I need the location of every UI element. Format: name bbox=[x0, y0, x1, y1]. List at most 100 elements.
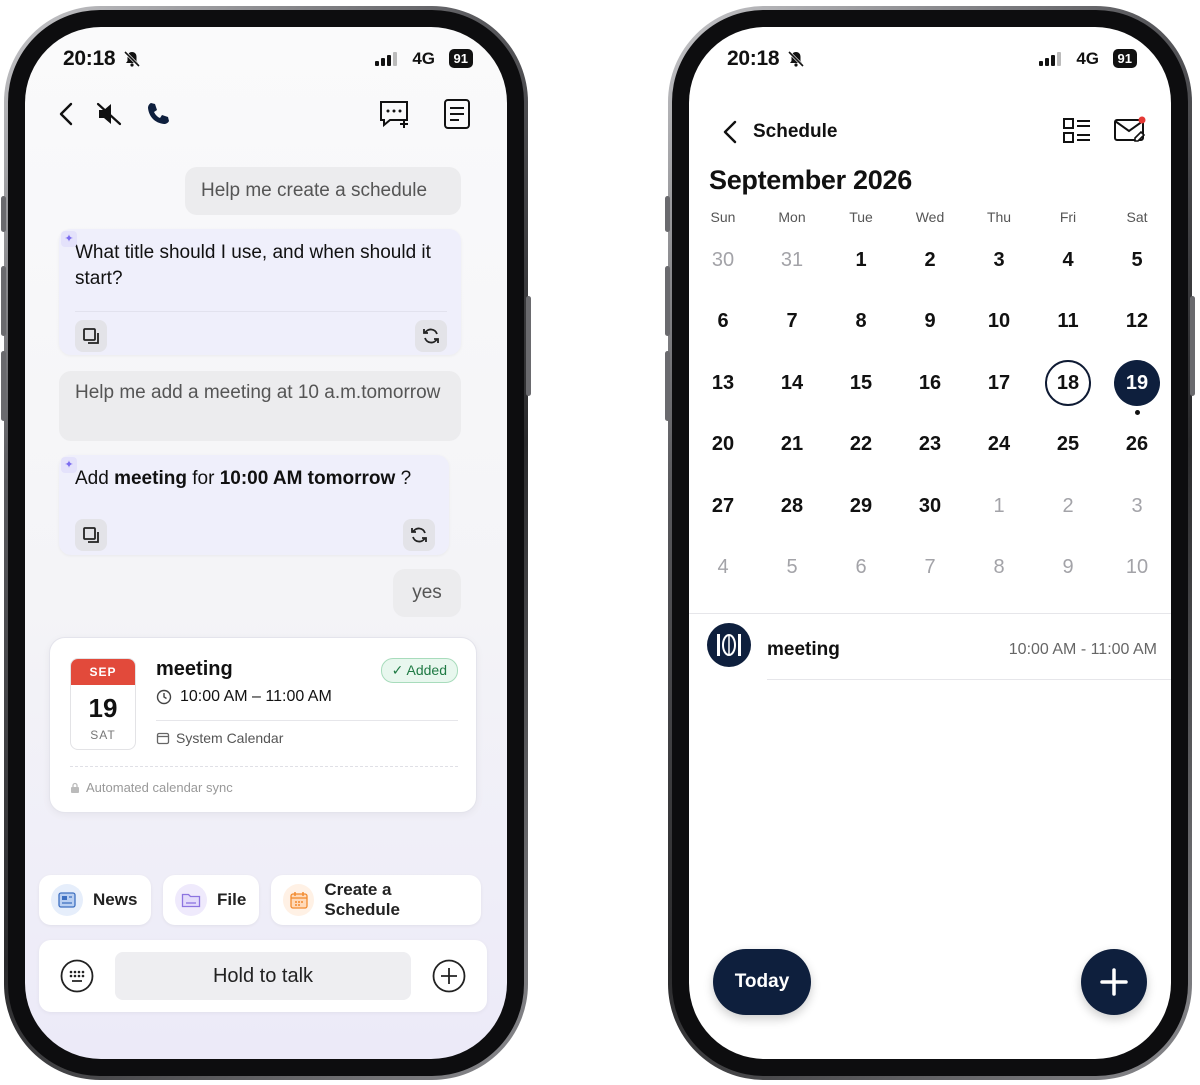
calendar-day[interactable]: 5 bbox=[769, 545, 815, 591]
call-button[interactable] bbox=[143, 99, 173, 129]
calendar-day[interactable]: 23 bbox=[907, 422, 953, 468]
calendar-day[interactable]: 19 bbox=[1114, 360, 1160, 406]
calendar-day[interactable]: 4 bbox=[700, 545, 746, 591]
event-indicator-dot bbox=[1134, 410, 1140, 415]
new-chat-button[interactable] bbox=[377, 97, 411, 131]
chip-create-schedule[interactable]: Create a Schedule bbox=[271, 875, 481, 925]
hold-to-talk-button[interactable]: Hold to talk bbox=[115, 952, 411, 1000]
date-day: 19 bbox=[88, 693, 118, 723]
copy-icon bbox=[83, 527, 99, 543]
event-time: 10:00 AM – 11:00 AM bbox=[180, 688, 332, 705]
calendar-day[interactable]: 8 bbox=[838, 299, 884, 345]
calendar-day[interactable]: 18 bbox=[1045, 360, 1091, 406]
date-month: SEP bbox=[71, 659, 135, 685]
regenerate-button[interactable] bbox=[403, 519, 435, 551]
calendar-day[interactable]: 11 bbox=[1045, 299, 1091, 345]
calendar-day[interactable]: 6 bbox=[838, 545, 884, 591]
calendar-day[interactable]: 9 bbox=[907, 299, 953, 345]
copy-button[interactable] bbox=[75, 519, 107, 551]
calendar-day[interactable]: 10 bbox=[976, 299, 1022, 345]
copy-button[interactable] bbox=[75, 320, 107, 352]
signal-icon bbox=[1039, 52, 1065, 71]
chip-file[interactable]: File bbox=[163, 875, 259, 925]
calendar-day[interactable]: 24 bbox=[976, 422, 1022, 468]
calendar-day[interactable]: 1 bbox=[838, 237, 884, 283]
calendar-day[interactable]: 20 bbox=[700, 422, 746, 468]
event-time-row: 10:00 AM – 11:00 AM bbox=[156, 688, 332, 706]
back-button[interactable] bbox=[717, 117, 743, 147]
calendar-day[interactable]: 8 bbox=[976, 545, 1022, 591]
mute-speaker-button[interactable] bbox=[93, 99, 125, 129]
calendar-day[interactable]: 26 bbox=[1114, 422, 1160, 468]
regenerate-button[interactable] bbox=[415, 320, 447, 352]
calendar-source: System Calendar bbox=[176, 730, 284, 746]
weekday-label: Sat bbox=[1126, 209, 1148, 225]
calendar-day[interactable]: 16 bbox=[907, 360, 953, 406]
calendar-day[interactable]: 7 bbox=[907, 545, 953, 591]
month-title: September 2026 bbox=[709, 165, 912, 195]
calendar-day[interactable]: 10 bbox=[1114, 545, 1160, 591]
lock-icon bbox=[71, 782, 79, 793]
refresh-icon bbox=[423, 328, 439, 344]
silent-bell-icon bbox=[123, 50, 141, 73]
sync-note: Automated calendar sync bbox=[86, 780, 233, 795]
calendar-day[interactable]: 3 bbox=[1114, 483, 1160, 529]
calendar-day[interactable]: 1 bbox=[976, 483, 1022, 529]
weekday-label: Fri bbox=[1059, 209, 1077, 225]
keyboard-button[interactable] bbox=[59, 958, 95, 994]
calendar-day[interactable]: 15 bbox=[838, 360, 884, 406]
newspaper-icon bbox=[51, 884, 83, 916]
list-view-button[interactable] bbox=[1061, 115, 1093, 147]
copy-icon bbox=[83, 328, 99, 344]
chip-label: File bbox=[217, 890, 247, 909]
user-message: Help me create a schedule bbox=[185, 167, 461, 215]
weekday-header: Sun Mon Tue Wed Thu Fri Sat bbox=[689, 209, 1171, 229]
calendar-day[interactable]: 30 bbox=[700, 237, 746, 283]
voice-input-bar: Hold to talk bbox=[39, 940, 487, 1012]
weekday-label: Thu bbox=[986, 209, 1012, 225]
calendar-day[interactable]: 2 bbox=[1045, 483, 1091, 529]
event-card[interactable]: SEP 19 SAT meeting ✓ Added 10:00 AM – 11… bbox=[49, 637, 477, 813]
calendar-icon bbox=[283, 884, 315, 916]
chip-news[interactable]: News bbox=[39, 875, 151, 925]
calendar-day[interactable]: 28 bbox=[769, 483, 815, 529]
invitations-button[interactable] bbox=[1113, 113, 1149, 147]
add-button[interactable] bbox=[431, 958, 467, 994]
event-avatar bbox=[707, 623, 751, 667]
weekday-label: Sun bbox=[710, 209, 736, 225]
speaker-muted-icon bbox=[96, 102, 122, 126]
chevron-left-icon bbox=[723, 120, 737, 144]
event-logo-icon bbox=[717, 634, 741, 656]
calendar-day[interactable]: 13 bbox=[700, 360, 746, 406]
calendar-day[interactable]: 22 bbox=[838, 422, 884, 468]
clock-icon bbox=[156, 689, 172, 705]
calendar-day[interactable]: 17 bbox=[976, 360, 1022, 406]
calendar-day[interactable]: 27 bbox=[700, 483, 746, 529]
calendar-day[interactable]: 4 bbox=[1045, 237, 1091, 283]
calendar-day[interactable]: 14 bbox=[769, 360, 815, 406]
schedule-screen: 20:18 4G 91 Schedule September 2026 Sun … bbox=[689, 27, 1171, 1059]
calendar-day[interactable]: 12 bbox=[1114, 299, 1160, 345]
calendar-day[interactable]: 2 bbox=[907, 237, 953, 283]
calendar-day[interactable]: 30 bbox=[907, 483, 953, 529]
calendar-day[interactable]: 29 bbox=[838, 483, 884, 529]
calendar-day[interactable]: 31 bbox=[769, 237, 815, 283]
add-event-button[interactable] bbox=[1081, 949, 1147, 1015]
calendar-day[interactable]: 6 bbox=[700, 299, 746, 345]
event-title: meeting bbox=[156, 658, 233, 680]
calendar-day[interactable]: 25 bbox=[1045, 422, 1091, 468]
back-button[interactable] bbox=[51, 99, 81, 129]
calendar-day[interactable]: 21 bbox=[769, 422, 815, 468]
battery-level: 91 bbox=[1112, 49, 1137, 68]
user-message: yes bbox=[393, 569, 461, 617]
date-weekday: SAT bbox=[90, 728, 116, 742]
event-title[interactable]: meeting bbox=[767, 639, 840, 661]
calendar-day[interactable]: 3 bbox=[976, 237, 1022, 283]
phone-icon bbox=[148, 103, 169, 124]
calendar-day[interactable]: 7 bbox=[769, 299, 815, 345]
today-button[interactable]: Today bbox=[713, 949, 811, 1015]
ai-message-text: What title should I use, and when should… bbox=[75, 242, 431, 289]
calendar-day[interactable]: 9 bbox=[1045, 545, 1091, 591]
notes-button[interactable] bbox=[441, 97, 473, 131]
calendar-day[interactable]: 5 bbox=[1114, 237, 1160, 283]
